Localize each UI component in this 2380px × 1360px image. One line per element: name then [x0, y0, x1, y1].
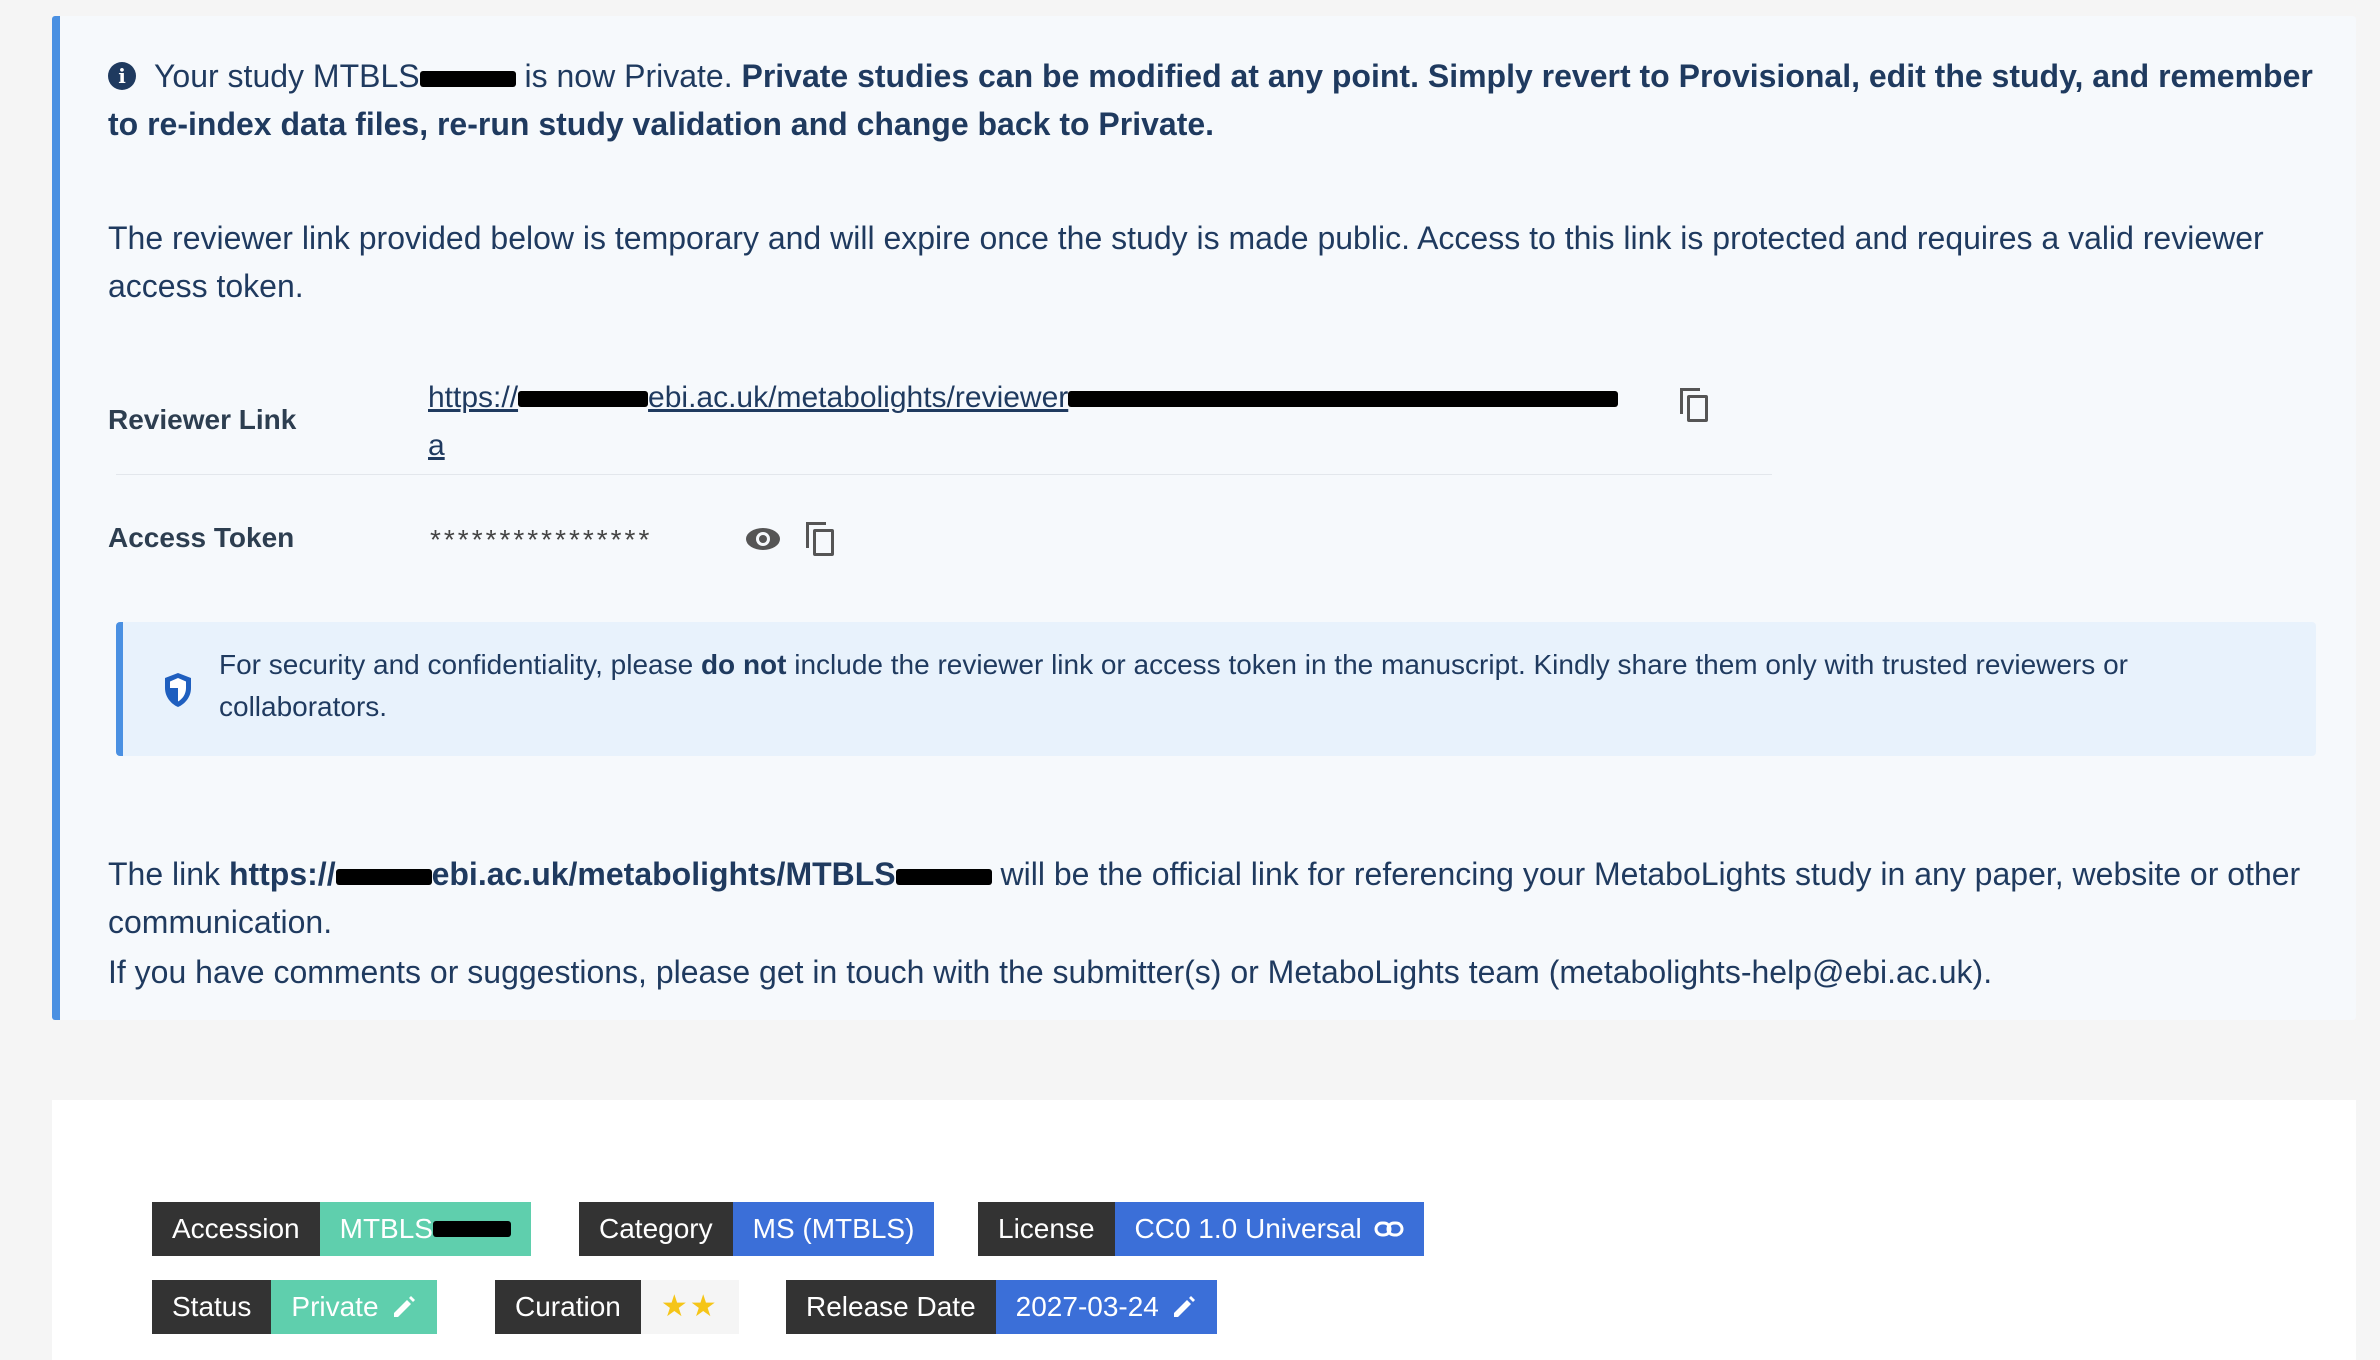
reviewer-link[interactable]: https://ebi.ac.uk/metabolights/reviewer … — [428, 374, 1708, 470]
release-date-value[interactable]: 2027-03-24 — [995, 1280, 1217, 1334]
study-summary-card: Accession MTBLS Category MS (MTBLS) Lice… — [52, 1100, 2356, 1360]
copy-reviewer-link-icon[interactable] — [1680, 388, 1708, 422]
redacted-id — [432, 1221, 511, 1237]
access-token-label: Access Token — [108, 522, 295, 553]
accession-tag: Accession MTBLS — [152, 1202, 531, 1256]
security-text: For security and confidentiality, please… — [219, 649, 2128, 722]
official-link-text: The link https://ebi.ac.uk/metabolights/… — [108, 856, 2301, 940]
category-key: Category — [579, 1202, 733, 1256]
license-value[interactable]: CC0 1.0 Universal — [1114, 1202, 1424, 1256]
edit-release-date-icon[interactable] — [1171, 1294, 1197, 1320]
redacted-domain — [335, 868, 432, 885]
copy-access-token-icon[interactable] — [806, 522, 834, 556]
status-key: Status — [152, 1280, 272, 1334]
accession-value: MTBLS — [319, 1202, 531, 1256]
release-date-key: Release Date — [786, 1280, 996, 1334]
contact-text: If you have comments or suggestions, ple… — [108, 954, 1993, 990]
status-tag[interactable]: Status Private — [152, 1280, 437, 1334]
category-tag: Category MS (MTBLS) — [579, 1202, 935, 1256]
redacted-id — [419, 70, 516, 87]
license-tag[interactable]: License CC0 1.0 Universal — [978, 1202, 1424, 1256]
study-status-notice: i Your study MTBLS is now Private. Privat… — [52, 16, 2356, 1020]
shield-icon — [165, 673, 191, 707]
reviewer-info-text: The reviewer link provided below is temp… — [108, 220, 2264, 304]
access-token-value: **************** — [430, 524, 653, 555]
divider — [116, 474, 1772, 475]
curation-stars: ★★ — [660, 1290, 719, 1323]
category-value: MS (MTBLS) — [732, 1202, 935, 1256]
redacted-token — [1068, 391, 1619, 408]
redacted-id — [895, 868, 992, 885]
release-date-tag[interactable]: Release Date 2027-03-24 — [786, 1280, 1217, 1334]
edit-status-icon[interactable] — [391, 1294, 417, 1320]
status-message: i Your study MTBLS is now Private. Privat… — [108, 58, 2313, 142]
license-key: License — [978, 1202, 1115, 1256]
redacted-domain — [518, 391, 649, 408]
curation-tag: Curation ★★ — [495, 1280, 739, 1334]
security-alert: For security and confidentiality, please… — [116, 622, 2316, 756]
accession-key: Accession — [152, 1202, 320, 1256]
status-value[interactable]: Private — [271, 1280, 437, 1334]
show-token-icon[interactable] — [746, 528, 780, 550]
curation-key: Curation — [495, 1280, 641, 1334]
link-icon[interactable] — [1374, 1220, 1404, 1238]
reviewer-link-label: Reviewer Link — [108, 404, 297, 435]
info-icon: i — [108, 61, 136, 90]
curation-value: ★★ — [640, 1280, 739, 1334]
